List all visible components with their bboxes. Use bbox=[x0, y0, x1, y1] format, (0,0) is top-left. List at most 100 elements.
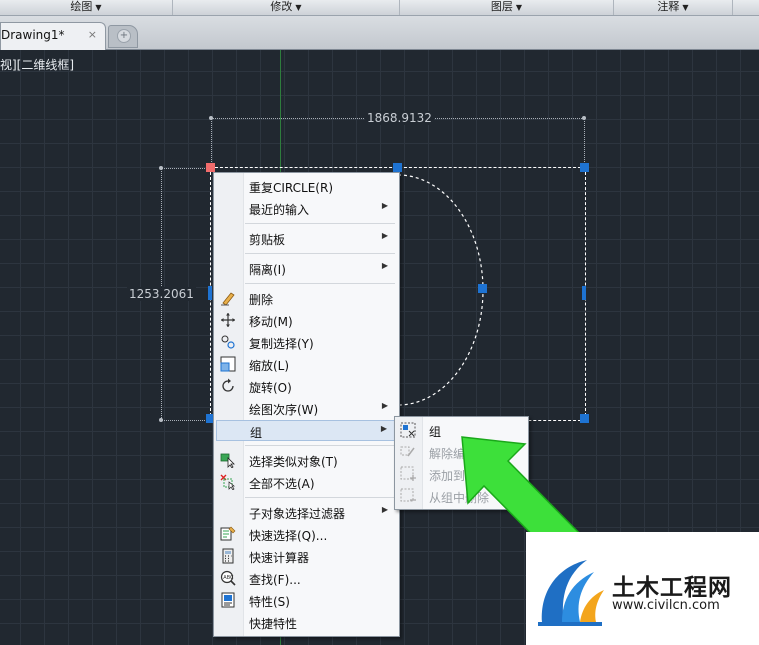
menu-item-label: 特性(S) bbox=[249, 595, 290, 609]
panel-label: 修改 bbox=[270, 0, 293, 13]
menu-item-label: 最近的输入 bbox=[249, 203, 310, 217]
menu-separator bbox=[245, 223, 395, 224]
dimension-point bbox=[159, 418, 163, 422]
menu-item-label: 快速选择(Q)... bbox=[249, 529, 328, 543]
menu-item-label: 绘图次序(W) bbox=[249, 403, 319, 417]
menu-item-label: 隔离(I) bbox=[249, 263, 286, 277]
menu-item-select-similar[interactable]: 选择类似对象(T) bbox=[216, 450, 397, 471]
ribbon-panel-draw[interactable]: 绘图 ▼ bbox=[0, 0, 173, 15]
menu-item-repeat-circle[interactable]: 重复CIRCLE(R) bbox=[216, 176, 397, 197]
submenu-item-remove-from-group[interactable]: 从组中删除 bbox=[397, 486, 525, 507]
scale-icon bbox=[220, 356, 236, 372]
menu-item-label: 全部不选(A) bbox=[249, 477, 315, 491]
submenu-item-label: 解除编 bbox=[429, 447, 466, 461]
menu-item-move[interactable]: 移动(M) bbox=[216, 310, 397, 331]
panel-label: 图层 bbox=[490, 0, 513, 13]
close-icon[interactable]: × bbox=[88, 28, 97, 41]
dimension-point bbox=[209, 116, 213, 120]
ribbon-panel-modify[interactable]: 修改 ▼ bbox=[173, 0, 400, 15]
menu-item-label: 移动(M) bbox=[249, 315, 293, 329]
menu-item-clipboard[interactable]: 剪贴板 ▶ bbox=[216, 228, 397, 249]
menu-item-label: 查找(F)... bbox=[249, 573, 301, 587]
menu-item-isolate[interactable]: 隔离(I) ▶ bbox=[216, 258, 397, 279]
watermark-logo: 土木工程网 www.civilcn.com bbox=[526, 532, 759, 645]
menu-item-label: 旋转(O) bbox=[249, 381, 292, 395]
dimension-point bbox=[582, 116, 586, 120]
watermark-url: www.civilcn.com bbox=[612, 598, 720, 613]
grip-hot[interactable] bbox=[206, 163, 215, 172]
extension-line bbox=[584, 118, 585, 168]
grip[interactable] bbox=[208, 286, 212, 300]
submenu-item-label: 组 bbox=[429, 425, 442, 439]
group-icon bbox=[400, 422, 416, 438]
menu-item-draw-order[interactable]: 绘图次序(W) ▶ bbox=[216, 398, 397, 419]
context-menu: 重复CIRCLE(R) 最近的输入 ▶ 剪贴板 ▶ 隔离(I) ▶ 删除 移动(… bbox=[213, 172, 400, 637]
chevron-down-icon: ▼ bbox=[515, 3, 523, 12]
grip[interactable] bbox=[580, 414, 589, 423]
menu-item-copy-selection[interactable]: 复制选择(Y) bbox=[216, 332, 397, 353]
calculator-icon bbox=[222, 548, 234, 564]
tab-title: Drawing1* bbox=[1, 28, 65, 42]
add-to-group-icon bbox=[400, 466, 416, 481]
remove-from-group-icon bbox=[400, 488, 416, 502]
tab-drawing1[interactable]: Drawing1* × bbox=[0, 22, 106, 50]
chevron-down-icon: ▼ bbox=[295, 3, 302, 12]
submenu-item-label: 从组中删除 bbox=[429, 491, 490, 505]
copy-icon bbox=[221, 335, 235, 349]
submenu-arrow-icon: ▶ bbox=[381, 505, 388, 514]
viewport-controls-label[interactable]: 视][二维线框] bbox=[0, 56, 74, 73]
select-similar-icon bbox=[220, 453, 235, 468]
find-icon: ABC bbox=[220, 570, 236, 586]
menu-item-label: 快捷特性 bbox=[249, 617, 298, 631]
new-tab-button[interactable]: + bbox=[108, 25, 138, 48]
menu-separator bbox=[245, 283, 395, 284]
plus-icon: + bbox=[117, 29, 131, 43]
extension-line bbox=[161, 420, 211, 421]
ribbon-panel-layers[interactable]: 图层 ▼ bbox=[400, 0, 614, 15]
submenu-arrow-icon: ▶ bbox=[380, 424, 387, 433]
menu-item-deselect-all[interactable]: 全部不选(A) bbox=[216, 472, 397, 493]
submenu-item-ungroup[interactable]: 解除编 bbox=[397, 442, 525, 463]
menu-item-recent-input[interactable]: 最近的输入 ▶ bbox=[216, 198, 397, 219]
menu-separator bbox=[245, 497, 395, 498]
submenu-arrow-icon: ▶ bbox=[381, 261, 388, 270]
submenu-arrow-icon: ▶ bbox=[381, 231, 388, 240]
group-submenu: 组 解除编 添加到组 从组中删除 bbox=[394, 416, 529, 510]
menu-item-label: 子对象选择过滤器 bbox=[249, 507, 346, 521]
menu-item-subobject-filter[interactable]: 子对象选择过滤器 ▶ bbox=[216, 502, 397, 523]
extension-line bbox=[211, 118, 212, 168]
menu-item-rotate[interactable]: 旋转(O) bbox=[216, 376, 397, 397]
menu-item-label: 快速计算器 bbox=[249, 551, 310, 565]
rotate-icon bbox=[222, 378, 234, 392]
menu-item-label: 缩放(L) bbox=[249, 359, 290, 373]
menu-item-group[interactable]: 组 ▶ bbox=[216, 420, 397, 441]
civilcn-logo-icon bbox=[538, 560, 604, 626]
grip[interactable] bbox=[478, 284, 487, 293]
menu-item-label: 剪贴板 bbox=[249, 233, 286, 247]
watermark-brand: 土木工程网 bbox=[612, 575, 732, 601]
ribbon-panel-annotate[interactable]: 注释 ▼ bbox=[614, 0, 733, 15]
submenu-item-group[interactable]: 组 bbox=[397, 420, 525, 441]
menu-item-erase[interactable]: 删除 bbox=[216, 288, 397, 309]
grip[interactable] bbox=[580, 163, 589, 172]
height-dimension-text: 1253.2061 bbox=[127, 287, 196, 301]
deselect-icon bbox=[220, 474, 235, 490]
menu-item-scale[interactable]: 缩放(L) bbox=[216, 354, 397, 375]
ungroup-icon bbox=[400, 446, 415, 457]
svg-text:ABC: ABC bbox=[223, 575, 234, 581]
menu-item-label: 重复CIRCLE(R) bbox=[249, 181, 334, 195]
menu-separator bbox=[245, 253, 395, 254]
menu-item-find[interactable]: ABC 查找(F)... bbox=[216, 568, 397, 589]
menu-item-label: 删除 bbox=[249, 293, 274, 307]
menu-item-quick-properties[interactable]: 快捷特性 bbox=[216, 612, 397, 633]
move-icon bbox=[221, 313, 235, 327]
panel-label: 注释 bbox=[657, 0, 680, 13]
submenu-item-add-to-group[interactable]: 添加到组 bbox=[397, 464, 525, 485]
menu-item-properties[interactable]: 特性(S) bbox=[216, 590, 397, 611]
menu-item-quick-select[interactable]: 快速选择(Q)... bbox=[216, 524, 397, 545]
grip[interactable] bbox=[393, 163, 402, 172]
grip[interactable] bbox=[582, 286, 586, 300]
menu-item-label: 复制选择(Y) bbox=[249, 337, 314, 351]
chevron-down-icon: ▼ bbox=[682, 3, 689, 12]
menu-item-quick-calc[interactable]: 快速计算器 bbox=[216, 546, 397, 567]
